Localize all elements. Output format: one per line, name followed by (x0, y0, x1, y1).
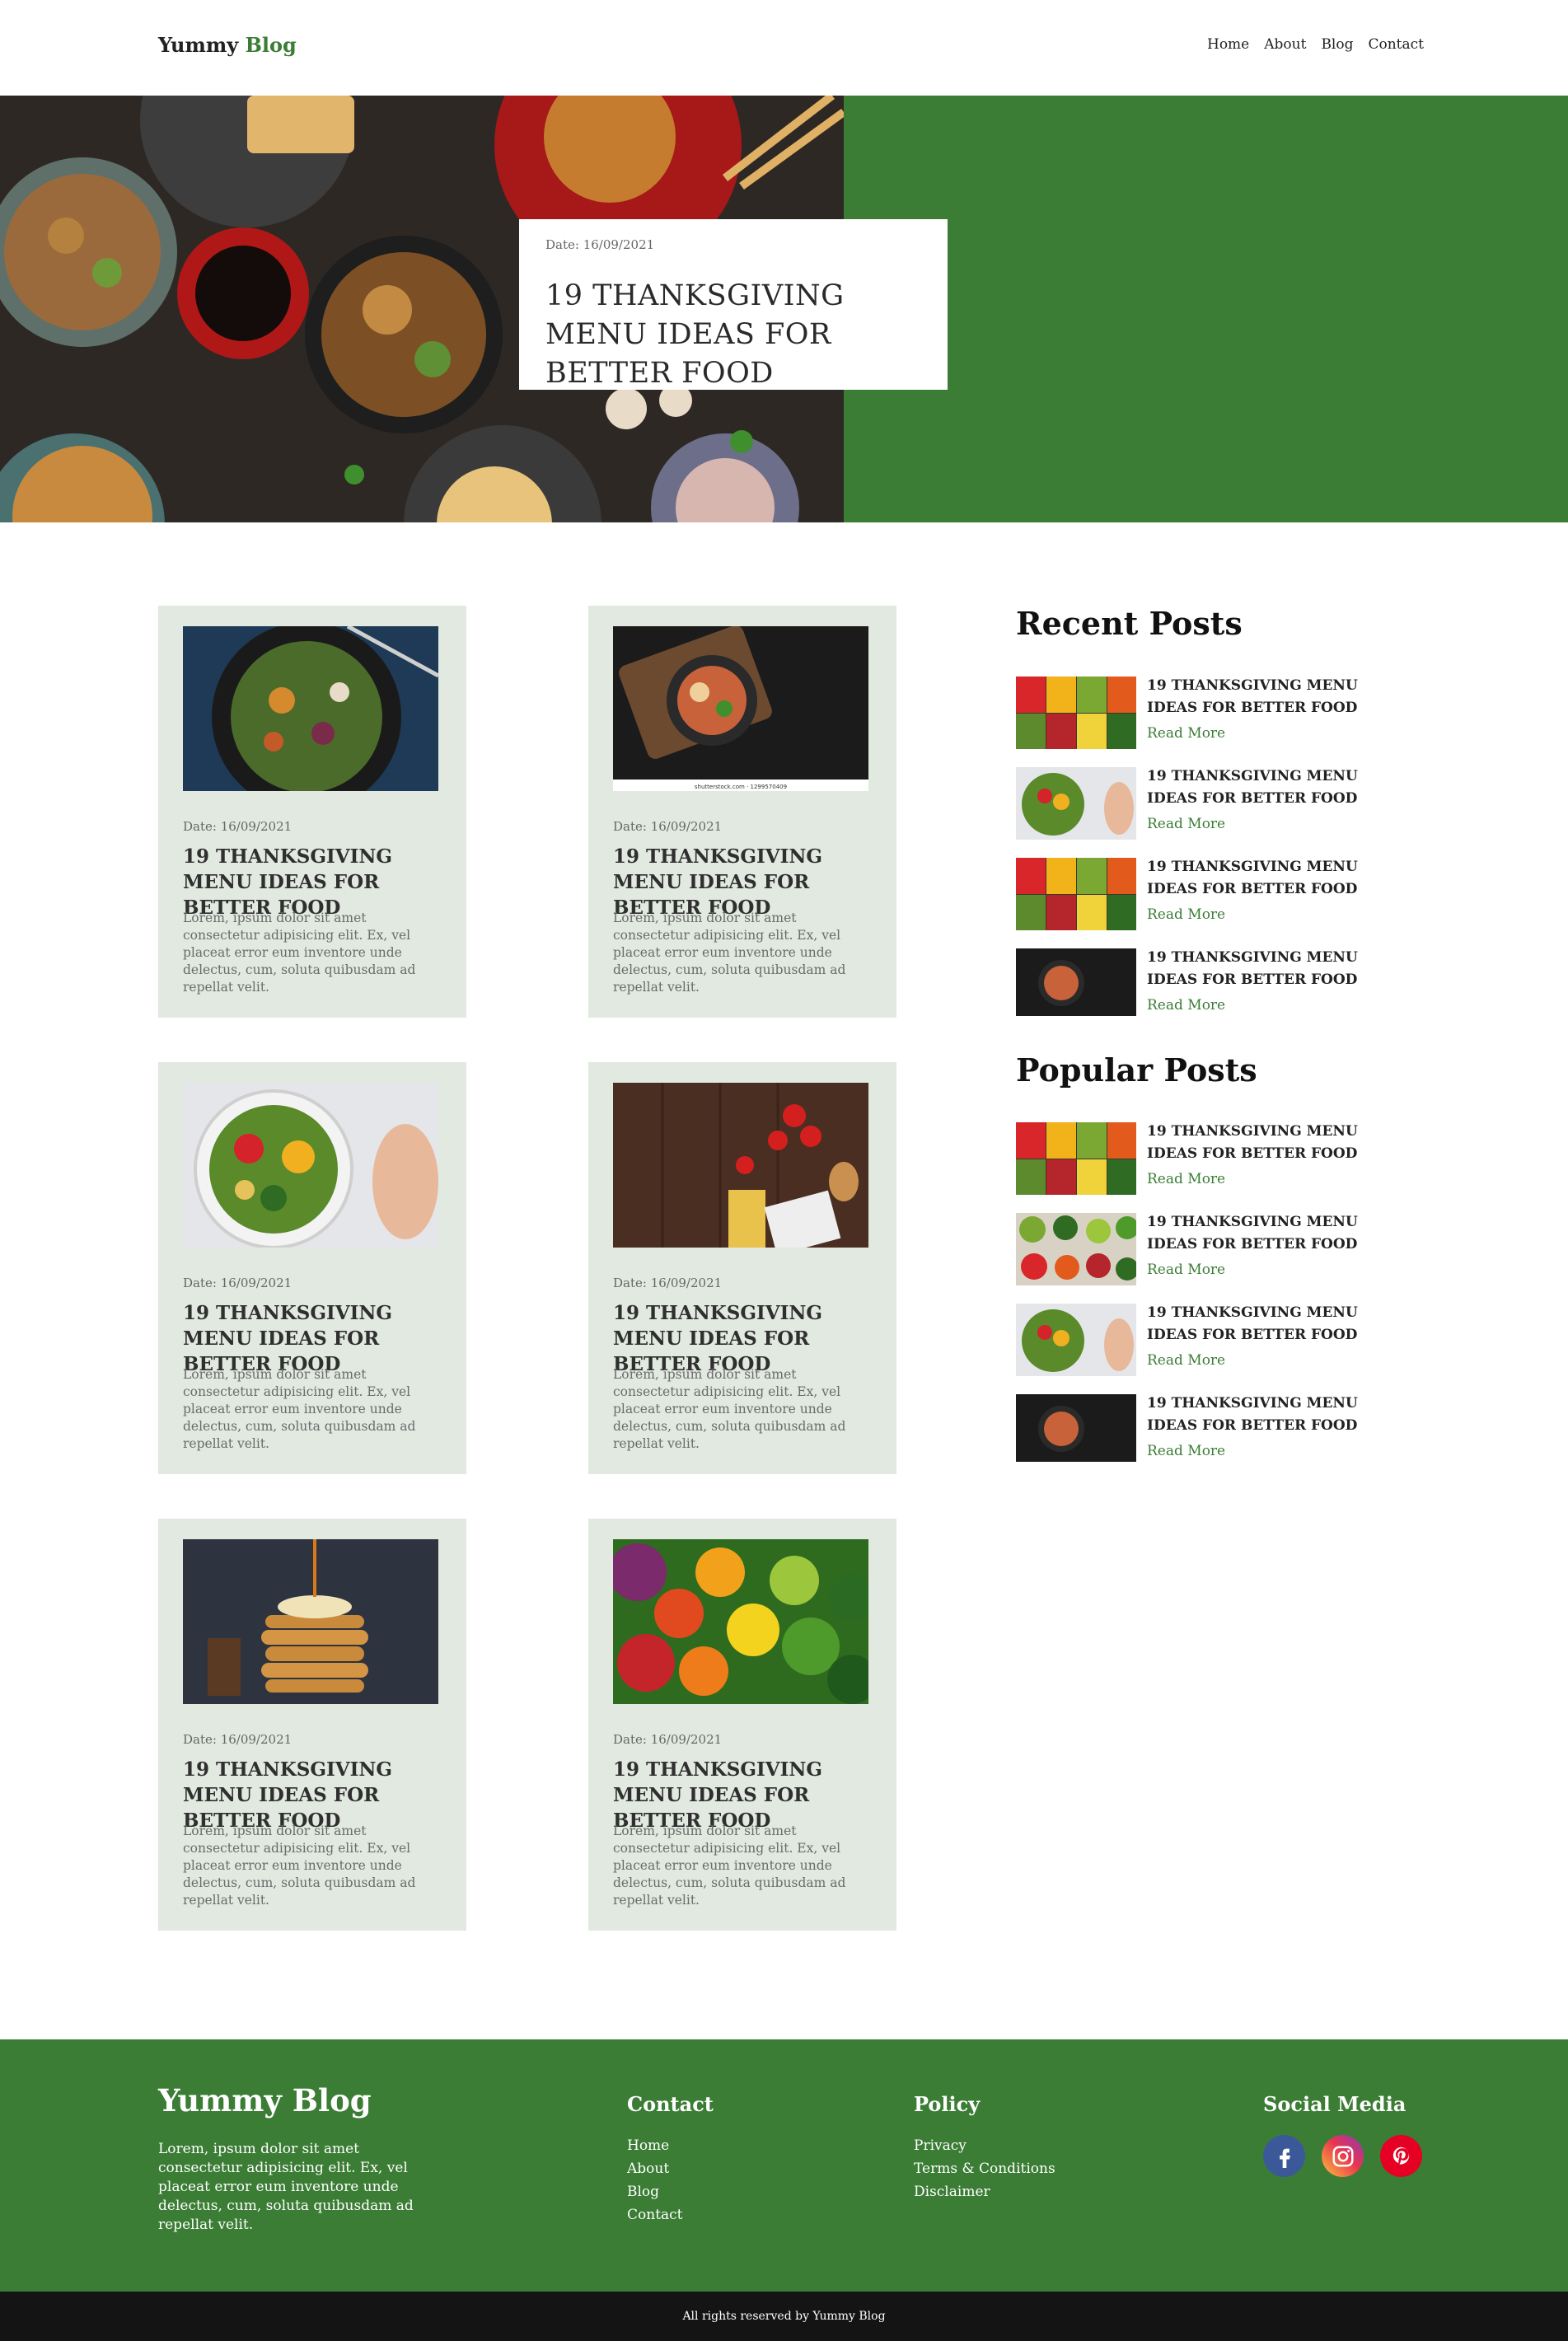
recent-post-item[interactable]: 19 THANKSGIVING MENU IDEAS FOR BETTER FO… (1016, 858, 1387, 932)
popular-post-item[interactable]: 19 THANKSGIVING MENU IDEAS FOR BETTER FO… (1016, 1304, 1387, 1378)
popular-post-thumbnail[interactable] (1016, 1394, 1136, 1467)
nav-link-blog[interactable]: Blog (1321, 36, 1353, 53)
footer-contact-heading: Contact (627, 2092, 714, 2116)
copyright-bar: All rights reserved by Yummy Blog (0, 2292, 1568, 2341)
recent-post-thumbnail[interactable] (1016, 767, 1136, 840)
popular-post-thumbnail[interactable] (1016, 1304, 1136, 1376)
footer-policy-links: Privacy Terms & Conditions Disclaimer (914, 2137, 1055, 2201)
read-more-link[interactable]: Read More (1147, 1352, 1225, 1369)
top-navbar: Yummy Blog Home About Blog Contact (0, 0, 1568, 96)
popular-post-thumbnail[interactable] (1016, 1122, 1136, 1195)
popular-post-thumbnail[interactable] (1016, 1213, 1136, 1285)
nav-link-contact[interactable]: Contact (1368, 36, 1424, 53)
read-more-link[interactable]: Read More (1147, 1171, 1225, 1187)
main-menu: Home About Blog Contact (1207, 36, 1424, 53)
footer-link-terms[interactable]: Terms & Conditions (914, 2160, 1055, 2178)
footer-link-privacy[interactable]: Privacy (914, 2137, 1055, 2155)
recent-post-title[interactable]: 19 THANKSGIVING MENU IDEAS FOR BETTER FO… (1147, 947, 1386, 991)
popular-post-title[interactable]: 19 THANKSGIVING MENU IDEAS FOR BETTER FO… (1147, 1302, 1386, 1346)
post-thumbnail-vegetables[interactable] (613, 1539, 868, 1704)
instagram-icon[interactable] (1322, 2135, 1364, 2177)
stock-watermark-text: shutterstock.com · 1299570409 (695, 784, 787, 790)
recent-post-thumbnail[interactable] (1016, 677, 1136, 749)
recent-post-item[interactable]: 19 THANKSGIVING MENU IDEAS FOR BETTER FO… (1016, 948, 1387, 1023)
hero-date: Date: 16/09/2021 (545, 237, 655, 252)
post-date: Date: 16/09/2021 (183, 819, 293, 834)
recent-post-item[interactable]: 19 THANKSGIVING MENU IDEAS FOR BETTER FO… (1016, 677, 1387, 751)
footer-contact-links: Home About Blog Contact (627, 2137, 683, 2224)
footer-about-text: Lorem, ipsum dolor sit amet consectetur … (158, 2141, 414, 2233)
post-date: Date: 16/09/2021 (613, 1732, 723, 1747)
post-card[interactable]: Date: 16/09/2021 19 THANKSGIVING MENU ID… (158, 1062, 466, 1474)
footer-link-about[interactable]: About (627, 2160, 683, 2178)
hero-featured-card[interactable]: Date: 16/09/2021 19 THANKSGIVING MENU ID… (519, 219, 948, 390)
site-logo[interactable]: Yummy Blog (158, 33, 297, 57)
recent-posts-heading: Recent Posts (1016, 605, 1243, 642)
social-icons (1263, 2135, 1422, 2177)
popular-post-title[interactable]: 19 THANKSGIVING MENU IDEAS FOR BETTER FO… (1147, 1211, 1386, 1256)
popular-post-title[interactable]: 19 THANKSGIVING MENU IDEAS FOR BETTER FO… (1147, 1393, 1386, 1437)
recent-post-title[interactable]: 19 THANKSGIVING MENU IDEAS FOR BETTER FO… (1147, 856, 1386, 901)
footer-link-contact[interactable]: Contact (627, 2206, 683, 2224)
post-card[interactable]: Date: 16/09/2021 19 THANKSGIVING MENU ID… (588, 1062, 896, 1474)
post-date: Date: 16/09/2021 (183, 1732, 293, 1747)
post-thumbnail-pasta[interactable] (613, 1083, 868, 1248)
footer-link-blog[interactable]: Blog (627, 2183, 683, 2201)
post-thumbnail-bowl[interactable]: shutterstock.com · 1299570409 (613, 626, 868, 791)
popular-post-item[interactable]: 19 THANKSGIVING MENU IDEAS FOR BETTER FO… (1016, 1394, 1387, 1468)
read-more-link[interactable]: Read More (1147, 1262, 1225, 1278)
footer-social-heading: Social Media (1263, 2092, 1407, 2116)
post-date: Date: 16/09/2021 (613, 819, 723, 834)
site-footer: Yummy Blog Lorem, ipsum dolor sit amet c… (0, 2039, 1568, 2292)
post-card[interactable]: Date: 16/09/2021 19 THANKSGIVING MENU ID… (158, 606, 466, 1018)
recent-post-thumbnail[interactable] (1016, 948, 1136, 1021)
footer-link-home[interactable]: Home (627, 2137, 683, 2155)
post-date: Date: 16/09/2021 (183, 1276, 293, 1290)
read-more-link[interactable]: Read More (1147, 997, 1225, 1014)
logo-accent-text: Blog (245, 33, 297, 57)
post-excerpt: Lorem, ipsum dolor sit amet consectetur … (613, 1824, 846, 1908)
post-card[interactable]: shutterstock.com · 1299570409 Date: 16/0… (588, 606, 896, 1018)
post-thumbnail-salad[interactable] (183, 626, 438, 791)
read-more-link[interactable]: Read More (1147, 816, 1225, 832)
post-excerpt: Lorem, ipsum dolor sit amet consectetur … (613, 1367, 846, 1451)
footer-logo[interactable]: Yummy Blog (158, 2082, 372, 2119)
post-thumbnail-pancakes[interactable] (183, 1539, 438, 1704)
facebook-icon[interactable] (1263, 2135, 1305, 2177)
logo-main-text: Yummy (158, 33, 239, 57)
read-more-link[interactable]: Read More (1147, 1443, 1225, 1459)
post-excerpt: Lorem, ipsum dolor sit amet consectetur … (183, 1367, 416, 1451)
nav-link-about[interactable]: About (1264, 36, 1306, 53)
hero-banner: Date: 16/09/2021 19 THANKSGIVING MENU ID… (0, 96, 1568, 522)
post-excerpt: Lorem, ipsum dolor sit amet consectetur … (183, 1824, 416, 1908)
post-thumbnail-veggie-bowl[interactable] (183, 1083, 438, 1248)
popular-post-title[interactable]: 19 THANKSGIVING MENU IDEAS FOR BETTER FO… (1147, 1121, 1386, 1165)
recent-post-item[interactable]: 19 THANKSGIVING MENU IDEAS FOR BETTER FO… (1016, 767, 1387, 841)
post-excerpt: Lorem, ipsum dolor sit amet consectetur … (613, 911, 846, 995)
footer-policy-heading: Policy (914, 2092, 981, 2116)
footer-link-disclaimer[interactable]: Disclaimer (914, 2183, 1055, 2201)
popular-posts-heading: Popular Posts (1016, 1051, 1257, 1089)
post-date: Date: 16/09/2021 (613, 1276, 723, 1290)
nav-link-home[interactable]: Home (1207, 36, 1249, 53)
post-excerpt: Lorem, ipsum dolor sit amet consectetur … (183, 911, 416, 995)
popular-post-item[interactable]: 19 THANKSGIVING MENU IDEAS FOR BETTER FO… (1016, 1122, 1387, 1196)
post-card[interactable]: Date: 16/09/2021 19 THANKSGIVING MENU ID… (158, 1519, 466, 1931)
recent-post-thumbnail[interactable] (1016, 858, 1136, 930)
recent-post-title[interactable]: 19 THANKSGIVING MENU IDEAS FOR BETTER FO… (1147, 675, 1386, 719)
read-more-link[interactable]: Read More (1147, 906, 1225, 923)
read-more-link[interactable]: Read More (1147, 725, 1225, 742)
post-card[interactable]: Date: 16/09/2021 19 THANKSGIVING MENU ID… (588, 1519, 896, 1931)
hero-title[interactable]: 19 THANKSGIVING MENU IDEAS FOR BETTER FO… (545, 277, 921, 393)
popular-post-item[interactable]: 19 THANKSGIVING MENU IDEAS FOR BETTER FO… (1016, 1213, 1387, 1287)
recent-post-title[interactable]: 19 THANKSGIVING MENU IDEAS FOR BETTER FO… (1147, 766, 1386, 810)
pinterest-icon[interactable] (1380, 2135, 1422, 2177)
